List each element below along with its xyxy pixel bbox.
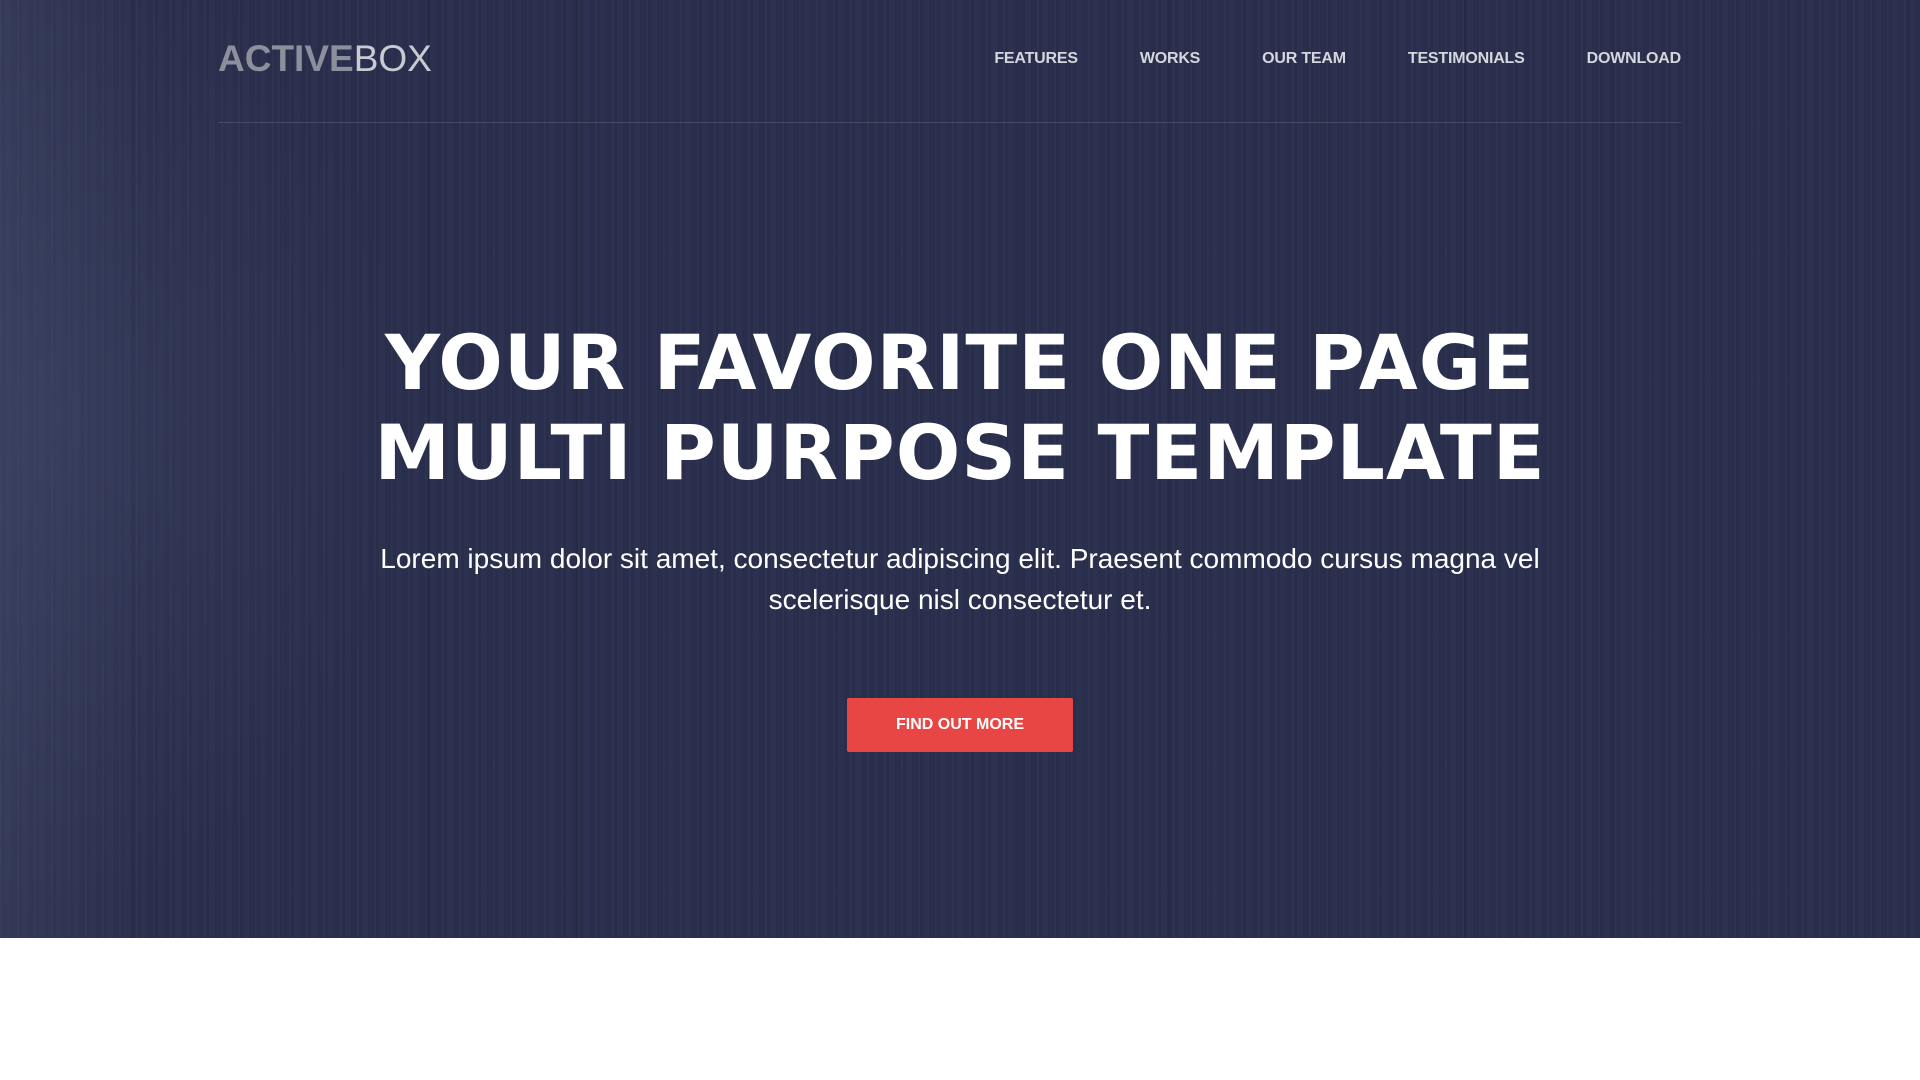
find-out-more-button[interactable]: FIND OUT MORE <box>847 698 1073 752</box>
hero-headline-line-1: YOUR FAVORITE ONE PAGE <box>384 318 1535 407</box>
logo-light-text: BOX <box>353 38 432 79</box>
hero-headline-line-2: MULTI PURPOSE TEMPLATE <box>374 408 1546 497</box>
logo[interactable]: ACTIVEBOX <box>218 38 432 80</box>
nav-item-features[interactable]: FEATURES <box>994 50 1078 68</box>
nav-item-download[interactable]: DOWNLOAD <box>1587 50 1682 68</box>
hero-subtext: Lorem ipsum dolor sit amet, consectetur … <box>380 543 1540 615</box>
hero-section: ACTIVEBOX FEATURES WORKS OUR TEAM TESTIM… <box>0 0 1920 938</box>
nav-item-our-team[interactable]: OUR TEAM <box>1262 50 1346 68</box>
navbar: ACTIVEBOX FEATURES WORKS OUR TEAM TESTIM… <box>218 0 1681 123</box>
nav-item-testimonials[interactable]: TESTIMONIALS <box>1408 50 1525 68</box>
logo-bold-text: ACTIVE <box>218 38 354 79</box>
hero-content: YOUR FAVORITE ONE PAGE MULTI PURPOSE TEM… <box>0 318 1920 752</box>
nav-menu: FEATURES WORKS OUR TEAM TESTIMONIALS DOW… <box>932 50 1681 68</box>
hero-headline: YOUR FAVORITE ONE PAGE MULTI PURPOSE TEM… <box>0 318 1920 498</box>
nav-item-works[interactable]: WORKS <box>1140 50 1201 68</box>
